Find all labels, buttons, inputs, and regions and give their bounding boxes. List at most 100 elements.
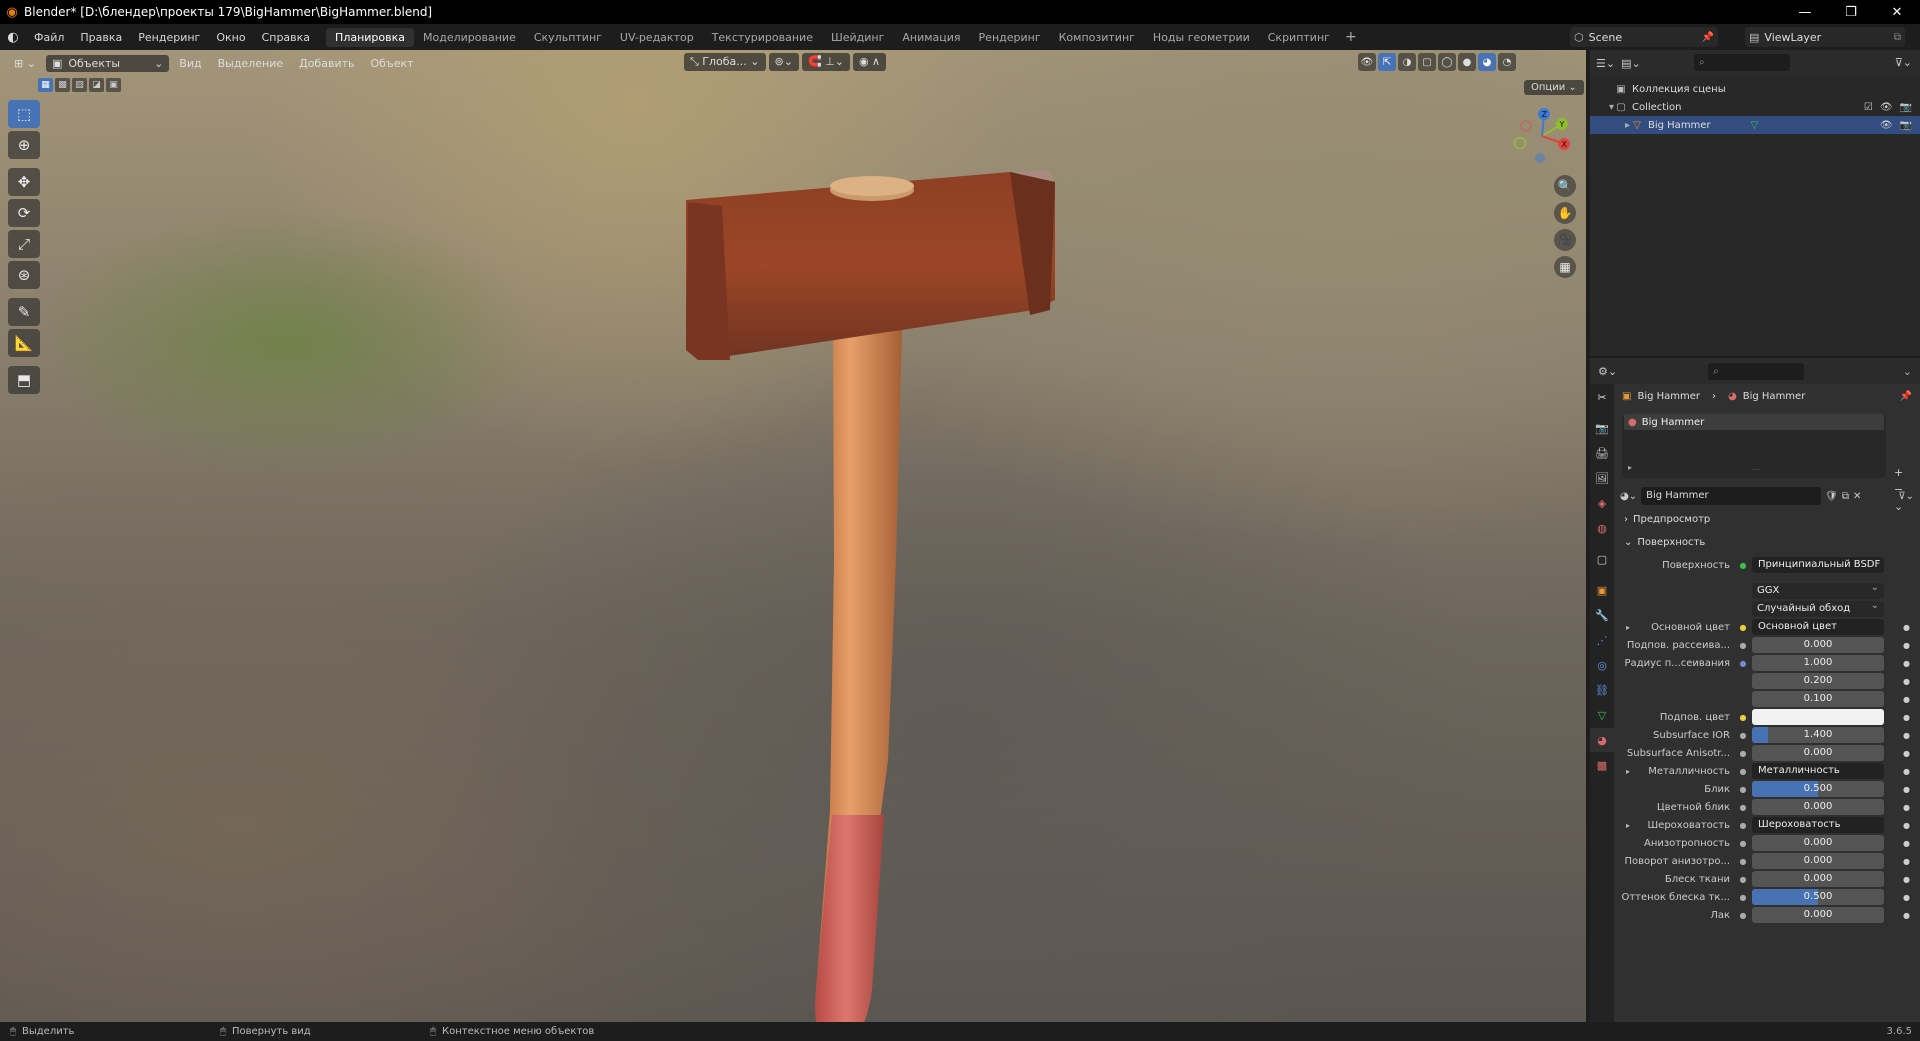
hammer-model[interactable] bbox=[650, 110, 1080, 1022]
tab-texture-paint[interactable]: Текстурирование bbox=[703, 28, 822, 47]
world-tab-icon[interactable]: ◍ bbox=[1590, 516, 1614, 540]
render-tab-icon[interactable]: 📷 bbox=[1590, 416, 1614, 440]
material-slot[interactable]: ● Big Hammer bbox=[1624, 414, 1884, 430]
3d-viewport[interactable]: ⊞ ⌄ ▣ Объекты ⌄ Вид Выделение Добавить О… bbox=[0, 50, 1586, 1022]
transform-orientation-dropdown[interactable]: ⤡ Глоба... ⌄ bbox=[684, 53, 766, 71]
distribution-select[interactable]: GGX bbox=[1752, 583, 1884, 599]
tab-geometry-nodes[interactable]: Ноды геометрии bbox=[1144, 28, 1259, 47]
perspective-grid-icon[interactable]: ▦ bbox=[1554, 256, 1576, 278]
tab-modeling[interactable]: Моделирование bbox=[414, 28, 525, 47]
keyframe-dot-icon[interactable]: ● bbox=[1903, 857, 1910, 866]
select-invert-icon[interactable]: ◪ bbox=[89, 78, 104, 92]
bsdf-property-field[interactable]: 1.000 bbox=[1752, 655, 1884, 671]
eye-icon[interactable]: 👁 bbox=[1880, 120, 1893, 131]
constraints-tab-icon[interactable]: ⛓ bbox=[1590, 678, 1614, 702]
pin-icon[interactable]: 📌 bbox=[1702, 32, 1718, 43]
shading-rendered-icon[interactable]: ◔ bbox=[1498, 53, 1516, 71]
overlays-toggle-icon[interactable]: ◑ bbox=[1398, 53, 1416, 71]
keyframe-dot-icon[interactable]: ● bbox=[1903, 749, 1910, 758]
display-mode-icon[interactable]: ▤⌄ bbox=[1621, 57, 1641, 70]
pan-hand-icon[interactable]: ✋ bbox=[1554, 202, 1576, 224]
editor-type-icon[interactable]: ⚙⌄ bbox=[1598, 365, 1617, 378]
keyframe-dot-icon[interactable]: ● bbox=[1903, 731, 1910, 740]
outliner-row-big-hammer[interactable]: ▸ ▽ Big Hammer ▽ 👁 📷 bbox=[1590, 116, 1920, 134]
menu-file[interactable]: Файл bbox=[26, 31, 72, 44]
outliner-row-scene-collection[interactable]: ▣ Коллекция сцены bbox=[1590, 80, 1920, 98]
tab-shading[interactable]: Шейдинг bbox=[822, 28, 893, 47]
bsdf-property-field[interactable]: 0.500 bbox=[1752, 889, 1884, 905]
zoom-icon[interactable]: 🔍 bbox=[1554, 175, 1576, 197]
select-intersect-icon[interactable]: ▣ bbox=[106, 78, 121, 92]
menu-add[interactable]: Добавить bbox=[293, 55, 360, 72]
keyframe-dot-icon[interactable]: ● bbox=[1903, 623, 1910, 632]
keyframe-dot-icon[interactable]: ● bbox=[1903, 677, 1910, 686]
transform-icon[interactable]: ⊛ bbox=[8, 261, 40, 289]
options-dropdown[interactable]: Опции ⌄ bbox=[1524, 80, 1584, 95]
menu-help[interactable]: Справка bbox=[254, 31, 318, 44]
duplicate-material-icon[interactable]: ⧉ bbox=[1842, 491, 1849, 502]
blender-menu-icon[interactable]: ◐ bbox=[0, 24, 26, 50]
xray-toggle-icon[interactable]: ▢ bbox=[1418, 53, 1436, 71]
camera-icon[interactable]: 📷 bbox=[1900, 102, 1912, 113]
bsdf-property-field[interactable]: 0.000 bbox=[1752, 637, 1884, 653]
expand-arrow-icon[interactable]: ▸ bbox=[1626, 767, 1630, 776]
keyframe-dot-icon[interactable]: ● bbox=[1903, 821, 1910, 830]
bsdf-property-field[interactable]: Металличность bbox=[1752, 763, 1884, 779]
visibility-icon[interactable]: 👁 bbox=[1358, 53, 1376, 71]
menu-render[interactable]: Рендеринг bbox=[130, 31, 208, 44]
tab-layout[interactable]: Планировка bbox=[326, 27, 415, 47]
editor-type-icon[interactable]: ☰⌄ bbox=[1596, 57, 1615, 70]
keyframe-dot-icon[interactable]: ● bbox=[1903, 875, 1910, 884]
tab-uv-editing[interactable]: UV-редактор bbox=[611, 28, 703, 47]
shading-material-icon[interactable]: ◕ bbox=[1478, 53, 1496, 71]
snap-toggle[interactable]: 🧲 ⊥⌄ bbox=[801, 53, 850, 71]
collection-tab-icon[interactable]: ▢ bbox=[1590, 547, 1614, 571]
add-slot-button[interactable]: + bbox=[1894, 466, 1903, 479]
object-tab-icon[interactable]: ▣ bbox=[1590, 578, 1614, 602]
menu-object[interactable]: Объект bbox=[364, 55, 419, 72]
tab-compositing[interactable]: Композитинг bbox=[1050, 28, 1144, 47]
keyframe-dot-icon[interactable]: ● bbox=[1903, 659, 1910, 668]
bsdf-property-field[interactable]: Основной цвет bbox=[1752, 619, 1884, 635]
keyframe-dot-icon[interactable]: ● bbox=[1903, 785, 1910, 794]
physics-tab-icon[interactable]: ◎ bbox=[1590, 653, 1614, 677]
scene-tab-icon[interactable]: ◈ bbox=[1590, 491, 1614, 515]
gizmo-toggle-icon[interactable]: ⇱ bbox=[1378, 53, 1396, 71]
expand-arrow-icon[interactable]: ▸ bbox=[1628, 463, 1632, 472]
keyframe-dot-icon[interactable]: ● bbox=[1903, 695, 1910, 704]
keyframe-dot-icon[interactable]: ● bbox=[1903, 839, 1910, 848]
eye-icon[interactable]: 👁 bbox=[1880, 102, 1893, 113]
menu-edit[interactable]: Правка bbox=[72, 31, 130, 44]
navigation-gizmo[interactable]: Y Z X bbox=[1508, 102, 1576, 170]
texture-tab-icon[interactable]: ▩ bbox=[1590, 753, 1614, 777]
chevron-down-icon[interactable]: ⌄ bbox=[1903, 365, 1912, 378]
select-subtract-icon[interactable]: ▨ bbox=[72, 78, 87, 92]
keyframe-dot-icon[interactable]: ● bbox=[1903, 767, 1910, 776]
tab-rendering[interactable]: Рендеринг bbox=[970, 28, 1050, 47]
checkbox-icon[interactable]: ☑ bbox=[1864, 102, 1873, 113]
panel-preview[interactable]: › Предпросмотр bbox=[1618, 510, 1918, 529]
surface-shader-field[interactable]: Принципиальный BSDF bbox=[1752, 557, 1884, 573]
add-cube-icon[interactable]: ⬒ bbox=[8, 366, 40, 394]
keyframe-dot-icon[interactable]: ● bbox=[1903, 641, 1910, 650]
measure-icon[interactable]: 📐 bbox=[8, 329, 40, 357]
material-slot-list[interactable]: ● Big Hammer ▸ ⋯ bbox=[1622, 414, 1886, 478]
annotate-icon[interactable]: ✎ bbox=[8, 298, 40, 326]
scale-icon[interactable]: ⤢ bbox=[8, 230, 40, 258]
modifiers-tab-icon[interactable]: 🔧 bbox=[1590, 603, 1614, 627]
outliner-row-collection[interactable]: ▾ ▢ Collection ☑ 👁 📷 bbox=[1590, 98, 1920, 116]
material-link-icon[interactable]: ⊽⌄ bbox=[1898, 491, 1914, 502]
view-layer-tab-icon[interactable]: 🖼 bbox=[1590, 466, 1614, 490]
bsdf-property-field[interactable]: 0.100 bbox=[1752, 691, 1884, 707]
bsdf-property-field[interactable]: 0.000 bbox=[1752, 835, 1884, 851]
scene-selector[interactable]: ⬡ Scene 📌 bbox=[1570, 27, 1718, 47]
proportional-editing-toggle[interactable]: ◉ ∧ bbox=[852, 53, 887, 71]
shading-wireframe-icon[interactable]: ◯ bbox=[1438, 53, 1456, 71]
bsdf-property-field[interactable]: 0.000 bbox=[1752, 871, 1884, 887]
editor-type-icon[interactable]: ⊞ ⌄ bbox=[8, 55, 42, 72]
move-icon[interactable]: ✥ bbox=[8, 168, 40, 196]
bsdf-property-field[interactable]: 0.500 bbox=[1752, 781, 1884, 797]
cursor-icon[interactable]: ⊕ bbox=[8, 131, 40, 159]
fake-user-icon[interactable]: 🛡 bbox=[1825, 491, 1838, 502]
camera-view-icon[interactable]: 🎥 bbox=[1554, 229, 1576, 251]
